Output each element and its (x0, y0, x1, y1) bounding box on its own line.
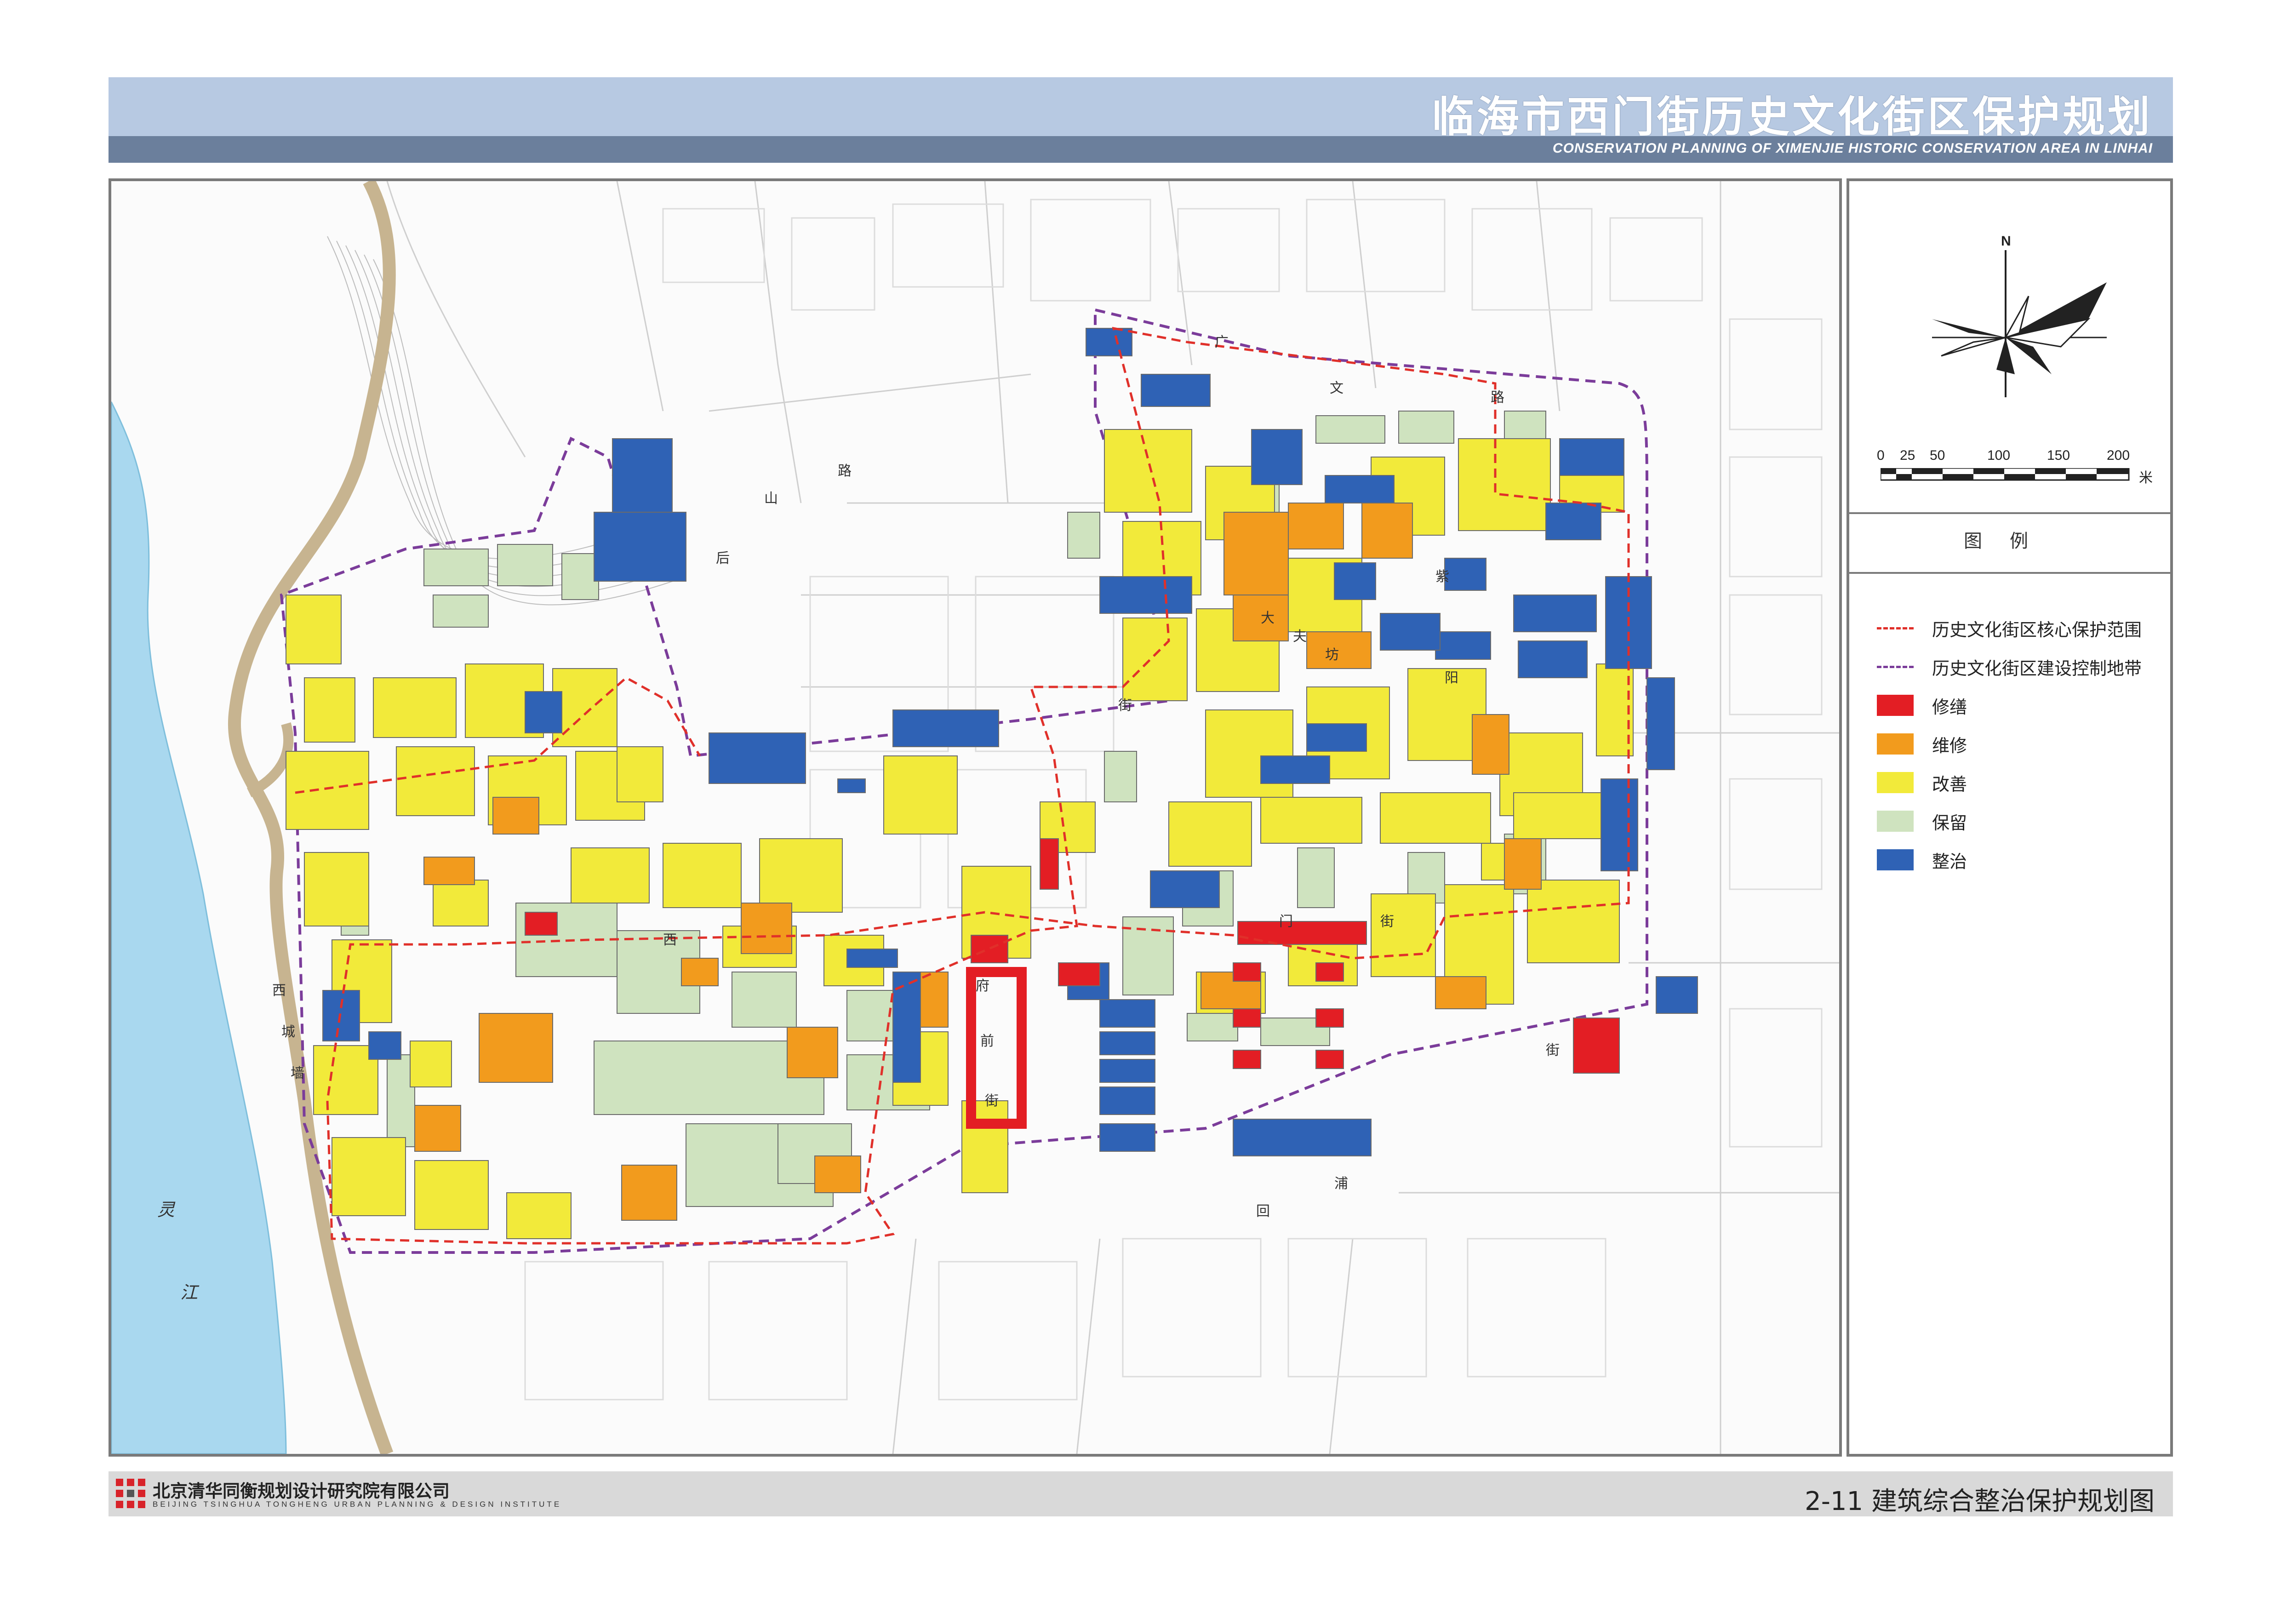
legend-label: 修缮 (1932, 697, 1967, 717)
institute-name: 北京清华同衡规划设计研究院有限公司 (153, 1481, 450, 1501)
maintain-swatch (1877, 733, 1914, 755)
wall-road-label-3: 墙 (291, 1065, 304, 1081)
dafufang-label-2: 夫 (1293, 629, 1307, 645)
guangwen-road-label-3: 路 (1491, 389, 1504, 406)
river-label-1: 灵 (157, 1200, 176, 1220)
footer-band: 北京清华同衡规划设计研究院有限公司 BEIJING TSINGHUA TONGH… (109, 1471, 2173, 1516)
fuqian-street-label-2: 前 (980, 1033, 994, 1049)
map-panel[interactable]: 灵 江 西 城 墙 广 文 路 后 山 路 西 门 街 府 前 街 回 浦 大 … (109, 178, 1842, 1457)
page-subtitle: CONSERVATION PLANNING OF XIMENJIE HISTOR… (1552, 141, 2153, 156)
scale-unit: 米 (2139, 470, 2153, 486)
houshan-road-label-1: 后 (716, 550, 730, 566)
guangwen-road-label-1: 广 (1215, 334, 1229, 350)
river-label-2: 江 (180, 1282, 200, 1303)
scale-tick-25: 25 (1900, 448, 1915, 463)
compass-scale-box: N 0 25 50 100 150 200 米 (1849, 181, 2170, 514)
ziyang-street-label-1: 紫 (1435, 569, 1449, 585)
ximen-street-label-2: 门 (1279, 914, 1293, 930)
legend-label: 保留 (1932, 812, 1967, 833)
wall-road-label-1: 西 (272, 983, 286, 999)
legend-item-keep: 保留 (1877, 802, 2142, 841)
legend-label: 改善 (1932, 774, 1967, 795)
legend-title: 图例 (1964, 531, 2056, 552)
legend-item-improve: 改善 (1877, 763, 2142, 802)
repair-swatch (1877, 695, 1914, 716)
scale-tick-100: 100 (1987, 448, 2011, 463)
header-subtitle-band: CONSERVATION PLANNING OF XIMENJIE HISTOR… (109, 136, 2173, 163)
institute-name-en: BEIJING TSINGHUA TONGHENG URBAN PLANNING… (153, 1500, 562, 1509)
wall-road-label-2: 城 (281, 1024, 295, 1040)
guangwen-road-label-2: 文 (1330, 380, 1343, 396)
keep-swatch (1877, 811, 1914, 832)
houshan-road-label-3: 路 (838, 463, 852, 479)
huiyong-road-label-1: 回 (1256, 1203, 1270, 1219)
legend-list: 历史文化街区核心保护范围 历史文化街区建设控制地带 修缮 维修 改善 保留 整治 (1877, 609, 2142, 879)
fuqian-street-label-1: 府 (976, 978, 989, 994)
dafufang-label-3: 坊 (1325, 647, 1339, 663)
legend-item-maintain: 维修 (1877, 725, 2142, 763)
street-label-generic: 街 (1118, 698, 1132, 714)
scale-tick-50: 50 (1930, 448, 1945, 463)
scale-bar: 0 25 50 100 150 200 米 (1877, 448, 2153, 486)
core-boundary-swatch (1877, 627, 1914, 629)
sheet-title: 2-11 建筑综合整治保护规划图 (1805, 1487, 2155, 1516)
ziyang-street-label-2: 阳 (1445, 670, 1458, 686)
houshan-road-label-2: 山 (764, 491, 778, 507)
legend-label: 历史文化街区核心保护范围 (1932, 619, 2142, 640)
scale-tick-150: 150 (2047, 448, 2070, 463)
ziyang-street-label-3: 街 (1546, 1042, 1560, 1058)
fuqian-street-label-3: 街 (985, 1093, 999, 1109)
huiyong-road-label-2: 浦 (1334, 1176, 1348, 1192)
ximen-street-label-1: 西 (663, 932, 677, 948)
control-boundary-swatch (1877, 665, 1914, 668)
map-canvas[interactable]: 灵 江 西 城 墙 广 文 路 后 山 路 西 门 街 府 前 街 回 浦 大 … (111, 181, 1839, 1454)
dafufang-label-1: 大 (1261, 610, 1275, 626)
scale-tick-200: 200 (2107, 448, 2130, 463)
page-title: 临海市西门街历史文化街区保护规划 (1431, 92, 2153, 142)
legend-item-renovate: 整治 (1877, 841, 2142, 879)
side-panel: N 0 25 50 100 150 200 米 图例 历史文化街区核心保护范围 … (1847, 178, 2173, 1457)
legend-item-core-boundary: 历史文化街区核心保护范围 (1877, 609, 2142, 647)
legend-item-repair: 修缮 (1877, 686, 2142, 725)
ximen-street-label-3: 街 (1380, 914, 1394, 930)
legend-header: 图例 (1849, 512, 2170, 574)
legend-item-control-boundary: 历史文化街区建设控制地带 (1877, 647, 2142, 686)
legend-label: 历史文化街区建设控制地带 (1932, 658, 2142, 679)
renovate-swatch (1877, 849, 1914, 870)
improve-swatch (1877, 772, 1914, 793)
header-title-band: 临海市西门街历史文化街区保护规划 (109, 77, 2173, 142)
legend-label: 整治 (1932, 851, 1967, 872)
north-label: N (2001, 234, 2011, 249)
legend-label: 维修 (1932, 735, 1967, 756)
institute-logo-icon (116, 1479, 145, 1508)
scale-tick-0: 0 (1877, 448, 1885, 463)
scale-bar-graphic (1881, 468, 2130, 481)
